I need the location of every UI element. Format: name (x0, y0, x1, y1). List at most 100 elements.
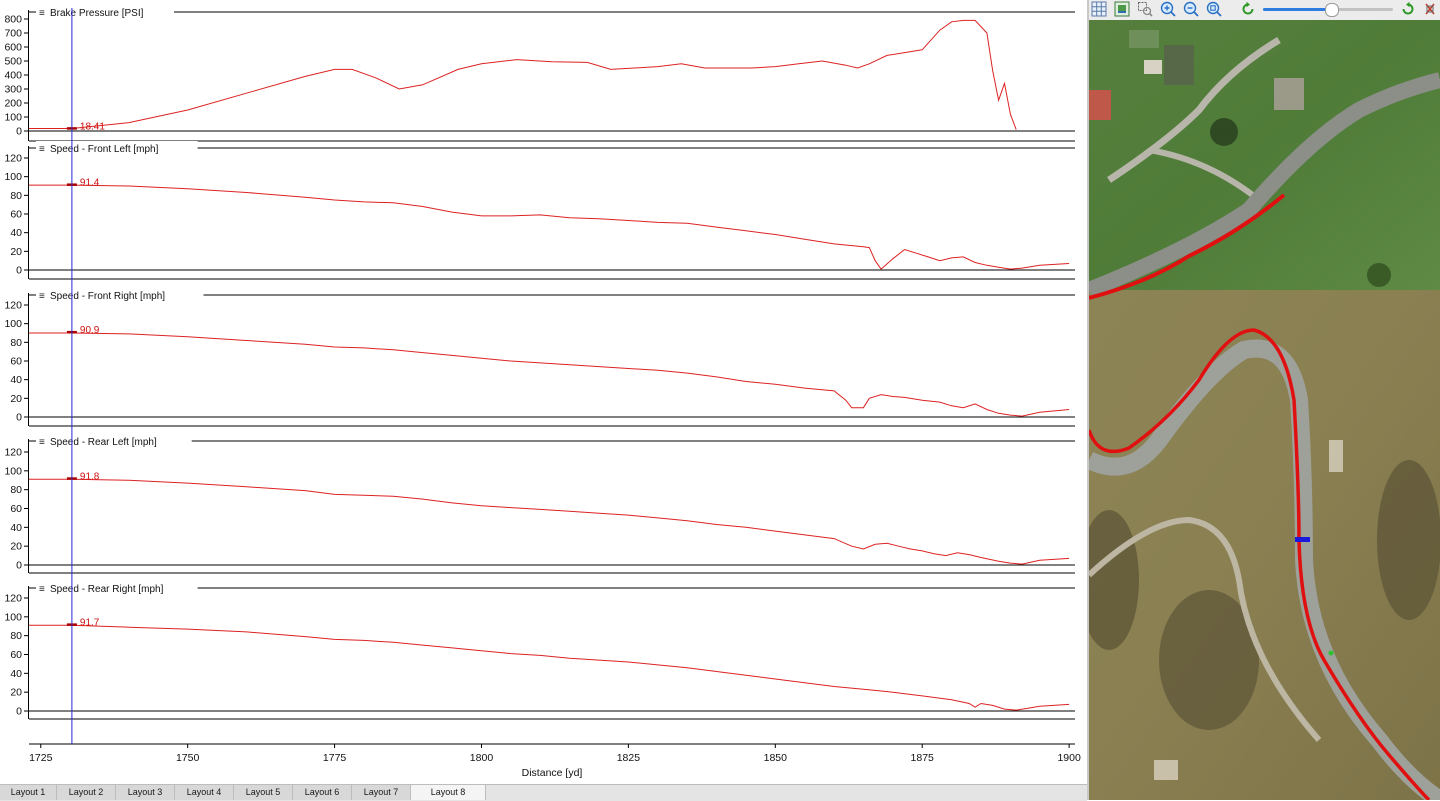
clear-icon[interactable] (1422, 1, 1438, 17)
map-pane[interactable] (1089, 0, 1440, 800)
y-tick-label: 60 (10, 649, 22, 661)
y-tick-label: 40 (10, 227, 22, 239)
cursor-value-label: 18.41 (80, 121, 105, 132)
panel-menu-icon[interactable]: ≡ (39, 437, 45, 448)
map-building (1274, 78, 1304, 110)
map-building (1129, 30, 1159, 48)
y-tick-label: 120 (4, 447, 22, 459)
layout-tab-8[interactable]: Layout 8 (411, 785, 486, 800)
panel-menu-icon[interactable]: ≡ (39, 144, 45, 155)
map-parking (1164, 45, 1194, 85)
y-tick-label: 120 (4, 153, 22, 165)
x-tick-label: 1725 (29, 752, 53, 764)
grid-icon[interactable] (1091, 1, 1107, 17)
y-tick-label: 0 (16, 560, 22, 572)
cursor-value-label: 90.9 (80, 325, 100, 336)
zoom-in-icon[interactable] (1160, 1, 1176, 17)
y-tick-label: 500 (4, 56, 22, 68)
data-trace (29, 332, 1070, 417)
panel-title: Speed - Front Right [mph] (50, 291, 165, 302)
y-tick-label: 60 (10, 356, 22, 368)
y-tick-label: 0 (16, 265, 22, 277)
x-tick-label: 1850 (764, 752, 788, 764)
y-tick-label: 0 (16, 126, 22, 138)
y-tick-label: 600 (4, 42, 22, 54)
y-tick-label: 40 (10, 668, 22, 680)
y-tick-label: 200 (4, 98, 22, 110)
y-tick-label: 40 (10, 522, 22, 534)
data-trace (29, 184, 1070, 270)
panel-title: Speed - Rear Left [mph] (50, 437, 157, 448)
y-tick-label: 80 (10, 630, 22, 642)
y-tick-label: 300 (4, 84, 22, 96)
x-tick-label: 1825 (617, 752, 641, 764)
layout-tab-6[interactable]: Layout 6 (293, 785, 352, 800)
y-tick-label: 400 (4, 70, 22, 82)
y-tick-label: 120 (4, 593, 22, 605)
y-tick-label: 20 (10, 541, 22, 553)
car-position-marker (1295, 537, 1310, 542)
y-tick-label: 700 (4, 28, 22, 40)
panel-title: Speed - Rear Right [mph] (50, 584, 164, 595)
layout-tab-1[interactable]: Layout 1 (0, 785, 57, 800)
layout-tab-7[interactable]: Layout 7 (352, 785, 411, 800)
y-tick-label: 100 (4, 171, 22, 183)
layout-tab-3[interactable]: Layout 3 (116, 785, 175, 800)
y-tick-label: 80 (10, 484, 22, 496)
y-tick-label: 80 (10, 190, 22, 202)
panel-menu-icon[interactable]: ≡ (39, 291, 45, 302)
data-trace (29, 624, 1070, 711)
map-building (1144, 60, 1162, 74)
x-tick-label: 1775 (323, 752, 347, 764)
y-tick-label: 0 (16, 706, 22, 718)
y-tick-label: 800 (4, 14, 22, 26)
y-tick-label: 40 (10, 374, 22, 386)
map-building (1329, 440, 1343, 472)
layout-tab-5[interactable]: Layout 5 (234, 785, 293, 800)
cursor-value-label: 91.8 (80, 472, 100, 483)
image-icon[interactable] (1114, 1, 1130, 17)
x-tick-label: 1900 (1057, 752, 1081, 764)
cursor-value-label: 91.7 (80, 618, 100, 629)
y-tick-label: 20 (10, 246, 22, 258)
y-tick-label: 100 (4, 318, 22, 330)
zoom-slider[interactable] (1263, 3, 1393, 17)
map-building (1154, 760, 1178, 780)
x-tick-label: 1800 (470, 752, 494, 764)
y-tick-label: 60 (10, 209, 22, 221)
sector-marker (1328, 650, 1334, 656)
x-tick-label: 1750 (176, 752, 200, 764)
y-tick-label: 80 (10, 337, 22, 349)
rotate-right-icon[interactable] (1400, 1, 1416, 17)
y-tick-label: 100 (4, 465, 22, 477)
zoom-slider-knob[interactable] (1324, 3, 1339, 17)
zoom-out-icon[interactable] (1183, 1, 1199, 17)
charts-svg[interactable]: ≡ Brake Pressure [PSI]0100200300400500600… (0, 0, 1087, 784)
satellite-map[interactable] (1089, 20, 1440, 800)
panel-title: Speed - Front Left [mph] (50, 144, 159, 155)
panel-title: Brake Pressure [PSI] (50, 8, 144, 19)
layout-tab-2[interactable]: Layout 2 (57, 785, 116, 800)
data-trace (29, 19, 1017, 130)
panel-menu-icon[interactable]: ≡ (39, 8, 45, 19)
panel-menu-icon[interactable]: ≡ (39, 584, 45, 595)
map-trees (1367, 263, 1391, 287)
map-trees (1377, 460, 1440, 620)
layout-tab-4[interactable]: Layout 4 (175, 785, 234, 800)
y-tick-label: 20 (10, 393, 22, 405)
y-tick-label: 100 (4, 611, 22, 623)
charts-area[interactable]: ≡ Brake Pressure [PSI] 0 100 200 300 400 500 600… (0, 0, 1087, 784)
y-tick-label: 0 (16, 412, 22, 424)
zoom-fit-icon[interactable] (1206, 1, 1222, 17)
y-tick-label: 60 (10, 503, 22, 515)
x-tick-label: 1875 (911, 752, 935, 764)
y-tick-label: 20 (10, 687, 22, 699)
y-tick-label: 120 (4, 300, 22, 312)
zoom-select-icon[interactable] (1137, 1, 1153, 17)
map-trees (1210, 118, 1238, 146)
map-building (1089, 90, 1111, 120)
layout-tab-bar: Layout 1 Layout 2 Layout 3 Layout 4 Layout 5… (0, 784, 1087, 801)
data-trace (29, 478, 1070, 565)
rotate-left-icon[interactable] (1240, 1, 1256, 17)
zoom-slider-fill (1263, 8, 1331, 11)
